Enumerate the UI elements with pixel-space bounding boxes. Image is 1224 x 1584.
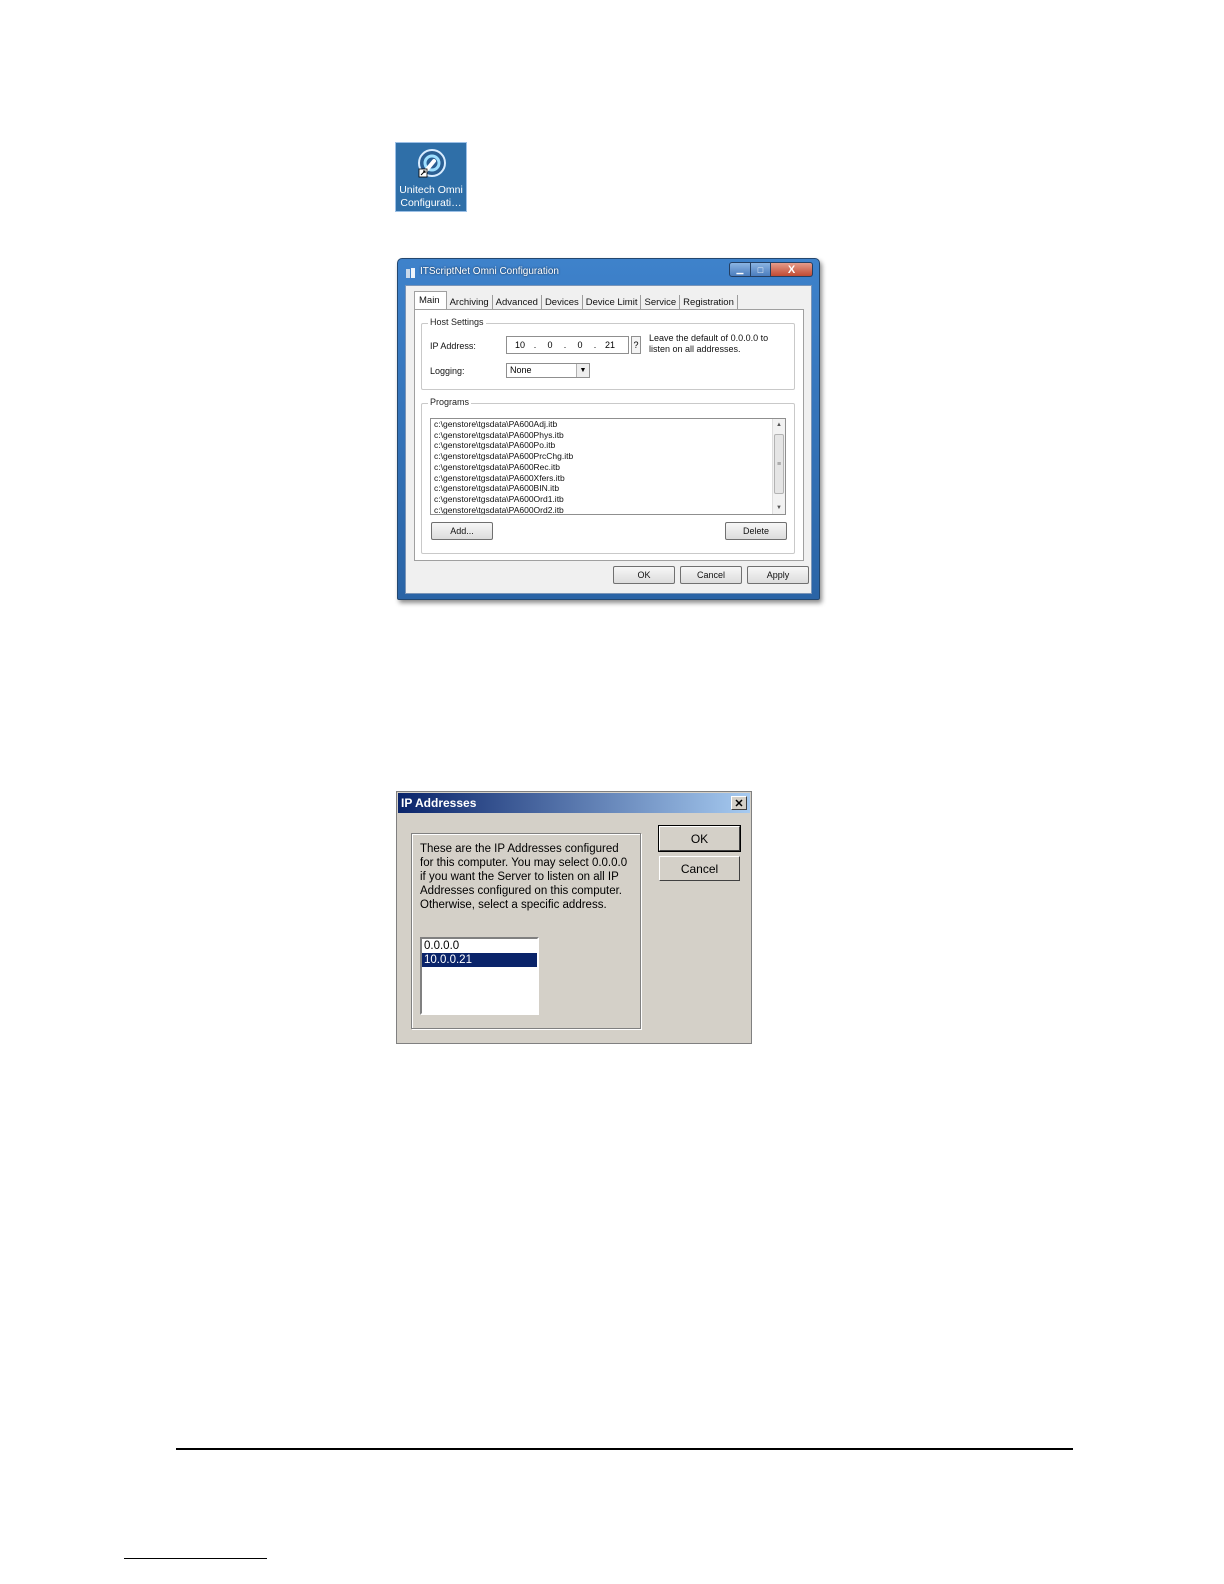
main-tab-panel: Host Settings IP Address: 10. 0. 0. 21 ?… bbox=[414, 309, 804, 561]
logging-label: Logging: bbox=[430, 366, 465, 376]
programs-scrollbar[interactable]: ▲ ≡ ▼ bbox=[772, 419, 785, 514]
dialog-ok-button[interactable]: OK bbox=[658, 825, 741, 852]
ip-address-option[interactable]: 0.0.0.0 bbox=[422, 939, 537, 953]
tab-strip: Main Archiving Advanced Devices Device L… bbox=[414, 291, 738, 310]
ip-address-option-selected[interactable]: 10.0.0.21 bbox=[422, 953, 537, 967]
host-settings-group: Host Settings IP Address: 10. 0. 0. 21 ?… bbox=[421, 317, 795, 390]
maximize-button[interactable]: □ bbox=[751, 262, 771, 277]
ip-hint-text: Leave the default of 0.0.0.0 to listen o… bbox=[649, 333, 769, 354]
list-item[interactable]: c:\genstore\tgsdata\PA600PrcChg.itb bbox=[431, 451, 785, 462]
ip-octet-2: 0 bbox=[547, 340, 553, 350]
list-item[interactable]: c:\genstore\tgsdata\PA600Phys.itb bbox=[431, 430, 785, 441]
desktop-shortcut[interactable]: Unitech Omni Configurati… bbox=[395, 142, 467, 212]
list-item[interactable]: c:\genstore\tgsdata\PA600Ord1.itb bbox=[431, 494, 785, 505]
window-title: ITScriptNet Omni Configuration bbox=[420, 266, 559, 277]
shortcut-label-line2: Configurati… bbox=[400, 197, 462, 209]
ip-octet-4: 21 bbox=[604, 340, 615, 350]
cancel-button[interactable]: Cancel bbox=[680, 566, 742, 584]
apply-button[interactable]: Apply bbox=[747, 566, 809, 584]
ip-address-input[interactable]: 10. 0. 0. 21 bbox=[506, 336, 629, 354]
minimize-button[interactable]: ▁ bbox=[729, 262, 751, 277]
ip-help-button[interactable]: ? bbox=[631, 336, 641, 354]
shortcut-label-line1: Unitech Omni bbox=[399, 184, 463, 196]
window-controls: ▁ □ X bbox=[729, 262, 813, 277]
dialog-titlebar: IP Addresses ✕ bbox=[398, 793, 750, 813]
dialog-description: These are the IP Addresses configured fo… bbox=[420, 843, 628, 911]
wrench-gear-icon bbox=[418, 149, 446, 178]
app-icon bbox=[406, 268, 415, 278]
list-item[interactable]: c:\genstore\tgsdata\PA600Po.itb bbox=[431, 440, 785, 451]
tab-registration[interactable]: Registration bbox=[680, 295, 738, 310]
footer-rule bbox=[176, 1448, 1073, 1450]
ip-octet-1: 10 bbox=[514, 340, 525, 350]
tab-service[interactable]: Service bbox=[641, 295, 681, 310]
tab-advanced[interactable]: Advanced bbox=[493, 295, 542, 310]
tab-archiving[interactable]: Archiving bbox=[447, 295, 493, 310]
logging-value: None bbox=[510, 365, 532, 375]
tab-device-limit[interactable]: Device Limit bbox=[583, 295, 642, 310]
chevron-down-icon: ▼ bbox=[576, 364, 589, 377]
window-client: Main Archiving Advanced Devices Device L… bbox=[405, 285, 812, 594]
list-item[interactable]: c:\genstore\tgsdata\PA600BIN.itb bbox=[431, 483, 785, 494]
tab-main[interactable]: Main bbox=[414, 291, 447, 310]
programs-group: Programs c:\genstore\tgsdata\PA600Adj.it… bbox=[421, 397, 795, 554]
delete-program-button[interactable]: Delete bbox=[725, 522, 787, 540]
dialog-cancel-button[interactable]: Cancel bbox=[659, 856, 740, 881]
list-item[interactable]: c:\genstore\tgsdata\PA600Ord2.itb bbox=[431, 505, 785, 514]
ip-octet-3: 0 bbox=[577, 340, 583, 350]
programs-list[interactable]: c:\genstore\tgsdata\PA600Adj.itb c:\gens… bbox=[430, 418, 786, 515]
dialog-title: IP Addresses bbox=[401, 796, 477, 810]
ip-address-label: IP Address: bbox=[430, 341, 476, 351]
ok-button[interactable]: OK bbox=[613, 566, 675, 584]
list-item[interactable]: c:\genstore\tgsdata\PA600Adj.itb bbox=[431, 419, 785, 430]
close-icon[interactable]: ✕ bbox=[731, 796, 747, 810]
logging-select[interactable]: None ▼ bbox=[506, 363, 590, 378]
list-item[interactable]: c:\genstore\tgsdata\PA600Rec.itb bbox=[431, 462, 785, 473]
footnote-rule bbox=[124, 1558, 267, 1559]
tab-devices[interactable]: Devices bbox=[542, 295, 583, 310]
host-settings-label: Host Settings bbox=[428, 317, 486, 327]
scroll-down-icon[interactable]: ▼ bbox=[773, 502, 785, 514]
scroll-thumb[interactable]: ≡ bbox=[774, 434, 784, 494]
add-program-button[interactable]: Add... bbox=[431, 522, 493, 540]
scroll-up-icon[interactable]: ▲ bbox=[773, 419, 785, 431]
config-window: ITScriptNet Omni Configuration ▁ □ X Mai… bbox=[397, 258, 820, 600]
close-button[interactable]: X bbox=[771, 262, 813, 277]
list-item[interactable]: c:\genstore\tgsdata\PA600Xfers.itb bbox=[431, 473, 785, 484]
programs-label: Programs bbox=[428, 397, 472, 407]
ip-address-list[interactable]: 0.0.0.0 10.0.0.21 bbox=[420, 937, 539, 1015]
